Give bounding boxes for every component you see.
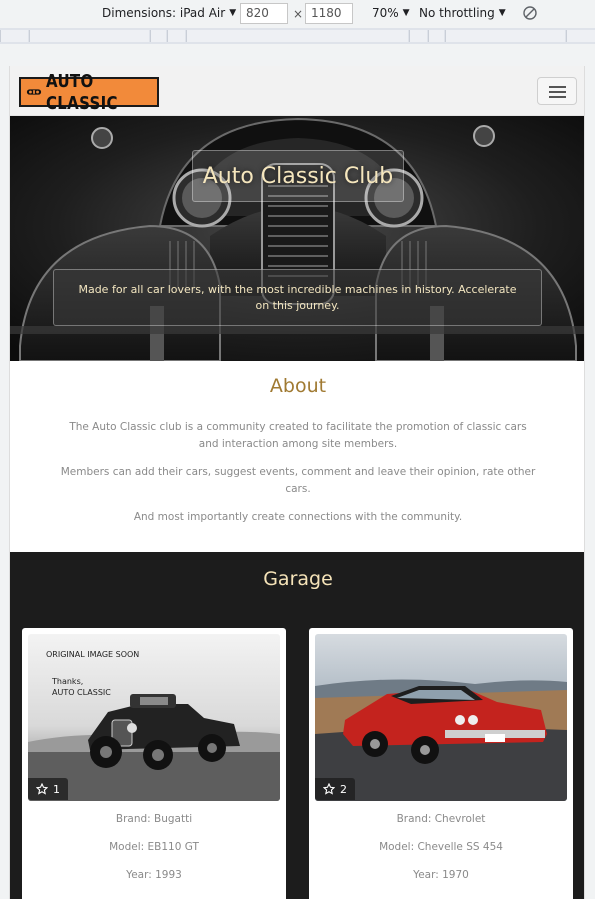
devtools-toolbar: Dimensions: iPad Air ▼ 820 × 1180 70% ▼ …	[0, 0, 595, 28]
hamburger-menu-icon	[549, 86, 566, 88]
garage-title: Garage	[263, 568, 333, 590]
image-overlay-text: Thanks,	[52, 677, 84, 686]
dimensions-label: Dimensions: iPad Air	[102, 6, 226, 20]
height-input[interactable]: 1180	[305, 3, 353, 24]
hero-title: Auto Classic Club	[192, 150, 404, 202]
zoom-dropdown[interactable]: 70% ▼	[372, 6, 410, 20]
device-viewport: AUTO CLASSIC Auto Classic Club Made for …	[0, 44, 595, 899]
rating-badge: 1	[28, 778, 68, 800]
throttling-label: No throttling	[419, 6, 495, 20]
car-year: Year: 1970	[413, 869, 469, 881]
image-overlay-text: ORIGINAL IMAGE SOON	[46, 650, 140, 659]
width-input[interactable]: 820	[240, 3, 288, 24]
about-section: About The Auto Classic club is a communi…	[10, 361, 584, 552]
zoom-label: 70%	[372, 6, 399, 20]
dimensions-dropdown[interactable]: Dimensions: iPad Air ▼	[102, 6, 236, 20]
car-logo-icon	[26, 89, 42, 95]
rating-badge: 2	[315, 778, 355, 800]
hamburger-menu-button[interactable]	[537, 77, 577, 105]
car-year: Year: 1993	[126, 869, 182, 881]
chevelle-image	[315, 634, 567, 801]
image-overlay-text: AUTO CLASSIC	[52, 688, 111, 697]
garage-section: Garage ORIGINAL IMAGE SOON Thanks, AUTO …	[10, 552, 584, 899]
dropdown-caret-icon: ▼	[229, 8, 237, 18]
about-paragraph: And most importantly create connections …	[133, 511, 463, 523]
car-model: Model: EB110 GT	[109, 841, 199, 853]
car-card[interactable]: ORIGINAL IMAGE SOON Thanks, AUTO CLASSIC…	[22, 628, 286, 899]
rating-value: 1	[53, 782, 60, 796]
navbar: AUTO CLASSIC	[10, 66, 584, 116]
car-model: Model: Chevelle SS 454	[379, 841, 503, 853]
media-query-ruler[interactable]	[0, 28, 595, 44]
about-paragraph: Members can add their cars, suggest even…	[60, 466, 536, 495]
car-image[interactable]	[315, 634, 567, 801]
rotate-icon[interactable]	[522, 5, 538, 21]
site-logo[interactable]: AUTO CLASSIC	[19, 70, 159, 114]
about-title: About	[269, 375, 327, 397]
car-card[interactable]: 2 Brand: Chevrolet Model: Chevelle SS 45…	[309, 628, 573, 899]
throttling-dropdown[interactable]: No throttling ▼	[419, 6, 506, 20]
hero-description: Made for all car lovers, with the most i…	[53, 269, 542, 326]
about-paragraph: The Auto Classic club is a community cre…	[69, 421, 527, 450]
car-brand: Brand: Bugatti	[115, 813, 193, 825]
dropdown-caret-icon: ▼	[498, 8, 506, 18]
star-icon	[323, 783, 335, 795]
logo-text: AUTO CLASSIC	[46, 70, 118, 114]
star-icon	[36, 783, 48, 795]
car-brand: Brand: Chevrolet	[396, 813, 486, 825]
car-image[interactable]: ORIGINAL IMAGE SOON Thanks, AUTO CLASSIC	[28, 634, 280, 801]
dropdown-caret-icon: ▼	[402, 8, 410, 18]
times-sign: ×	[293, 7, 304, 21]
web-page: AUTO CLASSIC Auto Classic Club Made for …	[9, 66, 585, 899]
bugatti-placeholder-image	[28, 634, 280, 801]
rating-value: 2	[340, 782, 347, 796]
hero-banner: Auto Classic Club Made for all car lover…	[10, 116, 584, 361]
